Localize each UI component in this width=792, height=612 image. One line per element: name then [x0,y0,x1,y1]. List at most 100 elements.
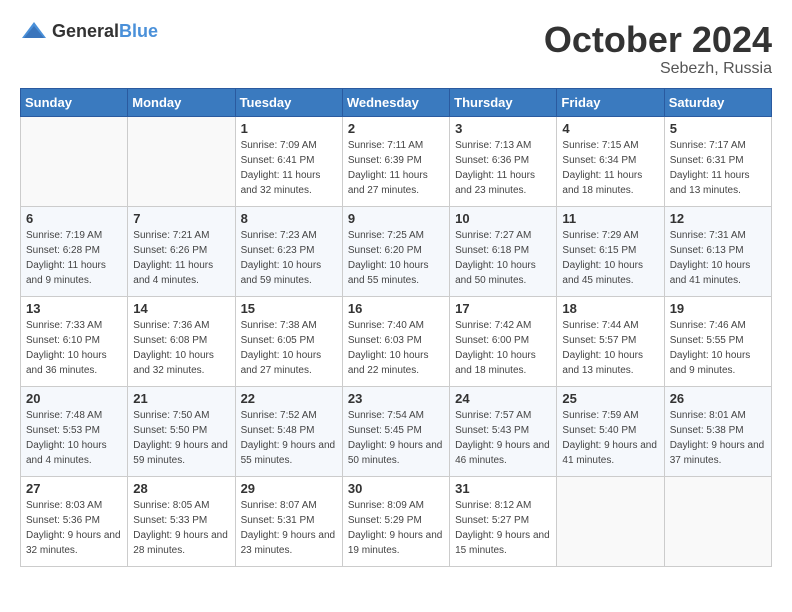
calendar-cell: 9 Sunrise: 7:25 AMSunset: 6:20 PMDaylight… [342,206,449,296]
calendar-table: SundayMondayTuesdayWednesdayThursdayFrid… [20,88,772,567]
day-number: 14 [133,301,229,316]
calendar-cell: 28Sunrise: 8:05 AMSunset: 5:33 PMDayligh… [128,476,235,566]
calendar-cell: 4 Sunrise: 7:15 AMSunset: 6:34 PMDaylight… [557,116,664,206]
day-number: 18 [562,301,658,316]
day-info: Sunrise: 7:09 AMSunset: 6:41 PMDaylight:… [241,138,337,198]
calendar-cell: 7 Sunrise: 7:21 AMSunset: 6:26 PMDaylight… [128,206,235,296]
day-info: Sunrise: 7:19 AMSunset: 6:28 PMDaylight:… [26,228,122,288]
month-year-title: October 2024 [544,20,772,60]
day-number: 3 [455,121,551,136]
day-number: 4 [562,121,658,136]
calendar-cell: 17Sunrise: 7:42 AMSunset: 6:00 PMDayligh… [450,296,557,386]
day-info: Sunrise: 7:15 AMSunset: 6:34 PMDaylight:… [562,138,658,198]
weekday-header-sunday: Sunday [21,88,128,116]
calendar-cell [557,476,664,566]
day-number: 5 [670,121,766,136]
day-info: Sunrise: 8:01 AMSunset: 5:38 PMDaylight:… [670,408,766,468]
calendar-header-row: SundayMondayTuesdayWednesdayThursdayFrid… [21,88,772,116]
calendar-cell: 12Sunrise: 7:31 AMSunset: 6:13 PMDayligh… [664,206,771,296]
day-info: Sunrise: 8:12 AMSunset: 5:27 PMDaylight:… [455,498,551,558]
calendar-cell: 15 Sunrise: 7:38 AMSunset: 6:05 PMDayligh… [235,296,342,386]
weekday-header-tuesday: Tuesday [235,88,342,116]
day-info: Sunrise: 7:38 AMSunset: 6:05 PMDaylight:… [241,318,337,378]
calendar-week-row: 6 Sunrise: 7:19 AMSunset: 6:28 PMDaylight… [21,206,772,296]
day-info: Sunrise: 7:40 AMSunset: 6:03 PMDaylight:… [348,318,444,378]
day-info: Sunrise: 8:09 AMSunset: 5:29 PMDaylight:… [348,498,444,558]
calendar-cell: 21 Sunrise: 7:50 AMSunset: 5:50 PMDayligh… [128,386,235,476]
calendar-cell: 25 Sunrise: 7:59 AMSunset: 5:40 PMDayligh… [557,386,664,476]
day-info: Sunrise: 7:46 AMSunset: 5:55 PMDaylight:… [670,318,766,378]
calendar-cell: 11 Sunrise: 7:29 AMSunset: 6:15 PMDayligh… [557,206,664,296]
day-info: Sunrise: 7:13 AMSunset: 6:36 PMDaylight:… [455,138,551,198]
page-header: GeneralBlue October 2024 Sebezh, Russia [20,20,772,78]
calendar-cell: 29 Sunrise: 8:07 AMSunset: 5:31 PMDayligh… [235,476,342,566]
calendar-cell: 19Sunrise: 7:46 AMSunset: 5:55 PMDayligh… [664,296,771,386]
day-info: Sunrise: 7:31 AMSunset: 6:13 PMDaylight:… [670,228,766,288]
calendar-cell: 5 Sunrise: 7:17 AMSunset: 6:31 PMDaylight… [664,116,771,206]
day-number: 7 [133,211,229,226]
day-info: Sunrise: 7:42 AMSunset: 6:00 PMDaylight:… [455,318,551,378]
day-number: 11 [562,211,658,226]
day-number: 25 [562,391,658,406]
day-info: Sunrise: 7:48 AMSunset: 5:53 PMDaylight:… [26,408,122,468]
day-info: Sunrise: 7:11 AMSunset: 6:39 PMDaylight:… [348,138,444,198]
weekday-header-thursday: Thursday [450,88,557,116]
day-info: Sunrise: 7:44 AMSunset: 5:57 PMDaylight:… [562,318,658,378]
calendar-cell: 16 Sunrise: 7:40 AMSunset: 6:03 PMDayligh… [342,296,449,386]
day-info: Sunrise: 8:07 AMSunset: 5:31 PMDaylight:… [241,498,337,558]
weekday-header-wednesday: Wednesday [342,88,449,116]
logo-general-text: General [52,21,119,41]
day-info: Sunrise: 7:27 AMSunset: 6:18 PMDaylight:… [455,228,551,288]
calendar-cell: 30Sunrise: 8:09 AMSunset: 5:29 PMDayligh… [342,476,449,566]
calendar-cell: 2Sunrise: 7:11 AMSunset: 6:39 PMDaylight… [342,116,449,206]
calendar-cell: 3 Sunrise: 7:13 AMSunset: 6:36 PMDaylight… [450,116,557,206]
day-info: Sunrise: 7:52 AMSunset: 5:48 PMDaylight:… [241,408,337,468]
calendar-cell: 8 Sunrise: 7:23 AMSunset: 6:23 PMDaylight… [235,206,342,296]
day-info: Sunrise: 8:03 AMSunset: 5:36 PMDaylight:… [26,498,122,558]
calendar-week-row: 27 Sunrise: 8:03 AMSunset: 5:36 PMDayligh… [21,476,772,566]
weekday-header-monday: Monday [128,88,235,116]
day-number: 28 [133,481,229,496]
day-info: Sunrise: 7:29 AMSunset: 6:15 PMDaylight:… [562,228,658,288]
calendar-cell: 13Sunrise: 7:33 AMSunset: 6:10 PMDayligh… [21,296,128,386]
day-number: 20 [26,391,122,406]
calendar-cell: 18 Sunrise: 7:44 AMSunset: 5:57 PMDayligh… [557,296,664,386]
calendar-cell: 6 Sunrise: 7:19 AMSunset: 6:28 PMDaylight… [21,206,128,296]
calendar-cell [128,116,235,206]
day-info: Sunrise: 7:59 AMSunset: 5:40 PMDaylight:… [562,408,658,468]
calendar-cell: 14 Sunrise: 7:36 AMSunset: 6:08 PMDayligh… [128,296,235,386]
day-number: 15 [241,301,337,316]
day-number: 24 [455,391,551,406]
day-number: 23 [348,391,444,406]
day-number: 8 [241,211,337,226]
logo-blue-text: Blue [119,21,158,41]
day-number: 1 [241,121,337,136]
day-info: Sunrise: 7:23 AMSunset: 6:23 PMDaylight:… [241,228,337,288]
title-block: October 2024 Sebezh, Russia [544,20,772,78]
day-info: Sunrise: 7:25 AMSunset: 6:20 PMDaylight:… [348,228,444,288]
calendar-cell [21,116,128,206]
day-info: Sunrise: 7:17 AMSunset: 6:31 PMDaylight:… [670,138,766,198]
location-subtitle: Sebezh, Russia [544,60,772,78]
day-info: Sunrise: 7:36 AMSunset: 6:08 PMDaylight:… [133,318,229,378]
day-number: 10 [455,211,551,226]
calendar-week-row: 1 Sunrise: 7:09 AMSunset: 6:41 PMDaylight… [21,116,772,206]
calendar-cell: 27 Sunrise: 8:03 AMSunset: 5:36 PMDayligh… [21,476,128,566]
day-number: 31 [455,481,551,496]
calendar-cell: 20 Sunrise: 7:48 AMSunset: 5:53 PMDayligh… [21,386,128,476]
weekday-header-friday: Friday [557,88,664,116]
day-number: 9 [348,211,444,226]
day-number: 29 [241,481,337,496]
calendar-cell: 1 Sunrise: 7:09 AMSunset: 6:41 PMDaylight… [235,116,342,206]
day-number: 26 [670,391,766,406]
day-number: 6 [26,211,122,226]
weekday-header-saturday: Saturday [664,88,771,116]
calendar-cell: 26 Sunrise: 8:01 AMSunset: 5:38 PMDayligh… [664,386,771,476]
day-info: Sunrise: 7:50 AMSunset: 5:50 PMDaylight:… [133,408,229,468]
day-number: 16 [348,301,444,316]
day-number: 27 [26,481,122,496]
day-number: 21 [133,391,229,406]
day-info: Sunrise: 7:33 AMSunset: 6:10 PMDaylight:… [26,318,122,378]
day-info: Sunrise: 7:21 AMSunset: 6:26 PMDaylight:… [133,228,229,288]
calendar-cell: 23Sunrise: 7:54 AMSunset: 5:45 PMDayligh… [342,386,449,476]
